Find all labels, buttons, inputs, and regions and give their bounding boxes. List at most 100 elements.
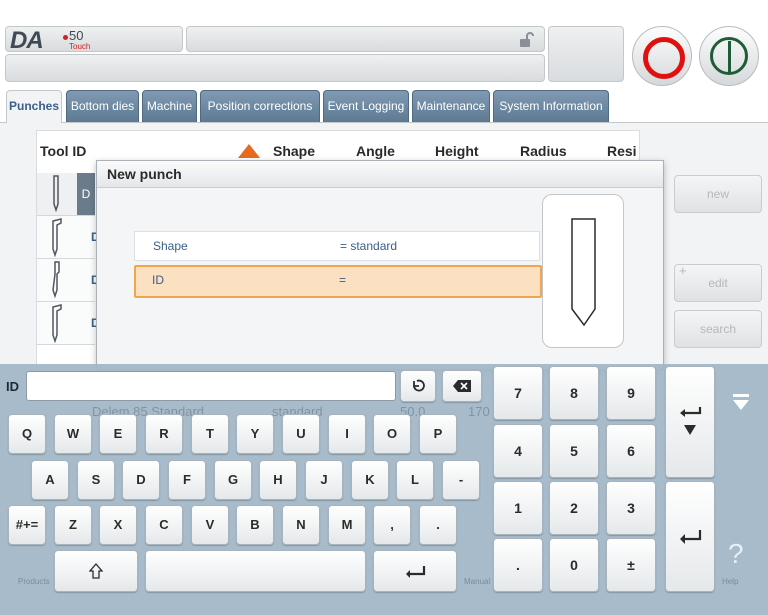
column-header-shape[interactable]: Shape <box>273 143 315 159</box>
tab-position-corrections[interactable]: Position corrections <box>200 90 320 122</box>
enter-next-key[interactable] <box>665 366 715 478</box>
punch-shape-icon <box>52 218 62 257</box>
numpad-8[interactable]: 8 <box>549 366 599 420</box>
table-row[interactable]: D <box>37 259 100 302</box>
dialog-titlebar: New punch <box>97 161 663 188</box>
help-icon[interactable]: ? <box>728 538 744 570</box>
shape-field[interactable]: Shape = standard <box>134 231 540 261</box>
tab-punches[interactable]: Punches <box>6 90 62 123</box>
key-period[interactable]: . <box>419 505 457 545</box>
key-z[interactable]: Z <box>54 505 92 545</box>
enter-down-icon <box>680 407 702 435</box>
column-header-angle[interactable]: Angle <box>356 143 395 159</box>
key-d[interactable]: D <box>122 460 160 500</box>
column-header-resi[interactable]: Resi <box>607 143 637 159</box>
enter-confirm-key[interactable] <box>665 481 715 592</box>
numpad-1[interactable]: 1 <box>493 481 543 535</box>
logo-model: 50 <box>69 28 84 43</box>
punch-shape-icon <box>52 261 60 299</box>
key-comma[interactable]: , <box>373 505 411 545</box>
numpad-6[interactable]: 6 <box>606 424 656 478</box>
numpad-plus-minus[interactable]: ± <box>606 538 656 592</box>
hide-keyboard-button[interactable] <box>726 388 756 418</box>
edit-label: edit <box>708 276 728 290</box>
key-i[interactable]: I <box>328 414 366 454</box>
table-row[interactable]: D <box>37 216 100 259</box>
enter-key[interactable] <box>373 550 457 592</box>
numpad-2[interactable]: 2 <box>549 481 599 535</box>
punch-shape-icon <box>53 175 59 213</box>
key-f[interactable]: F <box>168 460 206 500</box>
numpad-4[interactable]: 4 <box>493 424 543 478</box>
faded-bottom-mid: Manual <box>464 577 491 586</box>
faded-bottom-left: Products <box>18 577 50 586</box>
keyboard-input[interactable] <box>26 371 396 401</box>
plus-icon: + <box>679 263 687 278</box>
key-c[interactable]: C <box>145 505 183 545</box>
search-button[interactable]: search <box>674 310 762 348</box>
punch-shape-icon <box>52 304 62 343</box>
numpad-0[interactable]: 0 <box>549 538 599 592</box>
space-key[interactable] <box>145 550 366 592</box>
numpad-3[interactable]: 3 <box>606 481 656 535</box>
new-punch-dialog: New punch Shape = standard ID = <box>96 160 664 370</box>
column-header-height[interactable]: Height <box>435 143 479 159</box>
key-v[interactable]: V <box>191 505 229 545</box>
lock-open-icon[interactable] <box>518 32 534 48</box>
key-w[interactable]: W <box>54 414 92 454</box>
tab-event-logging[interactable]: Event Logging <box>323 90 409 122</box>
collapse-down-icon <box>733 394 749 410</box>
logo-sub: Touch <box>69 42 91 51</box>
key-j[interactable]: J <box>305 460 343 500</box>
symbols-key[interactable]: #+= <box>8 505 46 545</box>
header-info-box <box>548 26 624 82</box>
key-h[interactable]: H <box>259 460 297 500</box>
key-a[interactable]: A <box>31 460 69 500</box>
id-field[interactable]: ID = <box>134 265 542 298</box>
logo-text: DA <box>10 27 44 54</box>
key-dash[interactable]: - <box>442 460 480 500</box>
key-e[interactable]: E <box>99 414 137 454</box>
key-o[interactable]: O <box>373 414 411 454</box>
key-b[interactable]: B <box>236 505 274 545</box>
key-s[interactable]: S <box>77 460 115 500</box>
key-k[interactable]: K <box>351 460 389 500</box>
key-r[interactable]: R <box>145 414 183 454</box>
column-header-radius[interactable]: Radius <box>520 143 567 159</box>
shape-field-label: Shape <box>153 239 188 253</box>
numpad-decimal[interactable]: . <box>493 538 543 592</box>
table-row[interactable]: D <box>37 173 95 216</box>
tab-maintenance[interactable]: Maintenance <box>412 90 490 122</box>
edit-button[interactable]: + edit <box>674 263 762 302</box>
faded-bottom-right: Help <box>722 577 739 586</box>
key-g[interactable]: G <box>214 460 252 500</box>
tab-bottom-dies[interactable]: Bottom dies <box>66 90 139 122</box>
tab-machine[interactable]: Machine <box>142 90 197 122</box>
start-button[interactable] <box>699 26 759 86</box>
table-row[interactable]: D <box>37 302 100 345</box>
key-x[interactable]: X <box>99 505 137 545</box>
id-field-value: = <box>339 273 347 287</box>
sort-ascending-icon[interactable] <box>238 144 260 158</box>
key-p[interactable]: P <box>419 414 457 454</box>
numpad-9[interactable]: 9 <box>606 366 656 420</box>
numpad-7[interactable]: 7 <box>493 366 543 420</box>
undo-button[interactable] <box>400 370 436 402</box>
key-y[interactable]: Y <box>236 414 274 454</box>
key-q[interactable]: Q <box>8 414 46 454</box>
stop-button[interactable] <box>632 26 692 86</box>
shift-icon <box>88 563 104 579</box>
message-bar <box>5 54 545 82</box>
key-l[interactable]: L <box>396 460 434 500</box>
column-header-tool-id[interactable]: Tool ID <box>40 143 86 159</box>
key-m[interactable]: M <box>328 505 366 545</box>
faded-row-extra: 170 <box>468 404 490 419</box>
numpad-5[interactable]: 5 <box>549 424 599 478</box>
key-u[interactable]: U <box>282 414 320 454</box>
tab-system-information[interactable]: System Information <box>493 90 609 122</box>
key-n[interactable]: N <box>282 505 320 545</box>
key-t[interactable]: T <box>191 414 229 454</box>
new-button[interactable]: new <box>674 175 762 213</box>
backspace-button[interactable] <box>442 370 482 402</box>
shift-key[interactable] <box>54 550 138 592</box>
